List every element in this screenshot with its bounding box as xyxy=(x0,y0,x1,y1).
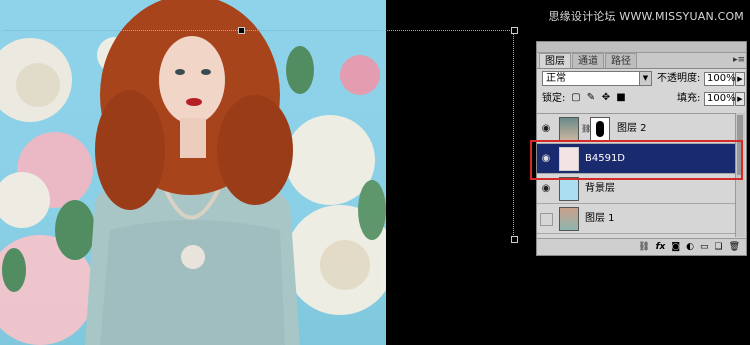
transform-handle-top-right[interactable] xyxy=(511,27,518,34)
lock-all-icon[interactable]: ■ xyxy=(616,92,626,104)
lock-label: 锁定: xyxy=(542,93,566,104)
layer-name: 背景层 xyxy=(585,183,615,194)
eye-icon[interactable]: ◉ xyxy=(539,182,553,196)
eye-icon[interactable]: ◉ xyxy=(539,122,553,136)
tab-layers[interactable]: 图层 xyxy=(539,53,571,68)
panel-title-bar[interactable] xyxy=(537,42,746,53)
visibility-toggle-off[interactable] xyxy=(540,213,553,226)
layer-name: 图层 2 xyxy=(617,123,647,134)
layer-row-layer1[interactable]: 图层 1 xyxy=(537,204,737,234)
layer-thumbnail xyxy=(559,117,579,141)
panel-menu-icon[interactable]: ▸≡ xyxy=(732,53,746,68)
opacity-input[interactable]: 100% xyxy=(704,72,736,86)
link-icon[interactable]: ⛓ xyxy=(638,242,649,252)
watermark: 思缘设计论坛 WWW.MISSYUAN.COM xyxy=(548,10,744,23)
lock-icons: ▢ ✎ ✥ ■ xyxy=(571,92,626,104)
layer-name: 图层 1 xyxy=(585,213,615,224)
opacity-label: 不透明度: xyxy=(657,73,701,84)
lock-row: 锁定: ▢ ✎ ✥ ■ 填充: 100% ▶ xyxy=(537,89,746,109)
lock-transparency-icon[interactable]: ▢ xyxy=(571,92,581,104)
new-layer-icon[interactable]: ❏ xyxy=(714,242,722,252)
group-icon[interactable]: ▭ xyxy=(700,242,709,252)
panel-tabs: 图层 通道 路径 ▸≡ xyxy=(537,53,746,69)
highlight-box xyxy=(530,140,743,180)
adjustment-icon[interactable]: ◐ xyxy=(686,242,694,252)
tab-paths[interactable]: 路径 xyxy=(605,53,637,68)
trash-icon[interactable]: 🗑 xyxy=(729,242,740,252)
lock-image-icon[interactable]: ✎ xyxy=(586,92,596,104)
tab-channels[interactable]: 通道 xyxy=(572,53,604,68)
transform-bounds[interactable] xyxy=(3,30,514,239)
fill-slider-button[interactable]: ▶ xyxy=(735,92,745,106)
fx-icon[interactable]: fx xyxy=(656,242,666,252)
chevron-down-icon[interactable]: ▼ xyxy=(639,72,651,85)
fill-input[interactable]: 100% xyxy=(704,92,736,106)
layer-mask-thumbnail[interactable] xyxy=(590,117,610,141)
lock-position-icon[interactable]: ✥ xyxy=(601,92,611,104)
transform-handle-top[interactable] xyxy=(238,27,245,34)
fill-label: 填充: xyxy=(677,93,701,104)
layer-thumbnail xyxy=(559,177,579,201)
blend-row: 正常 ▼ 不透明度: 100% ▶ xyxy=(537,69,746,89)
blend-mode-select[interactable]: 正常 ▼ xyxy=(542,71,652,86)
panel-bottom-bar: ⛓ fx ◙ ◐ ▭ ❏ 🗑 xyxy=(537,238,746,255)
layer-thumbnail xyxy=(559,207,579,231)
transform-handle-right[interactable] xyxy=(511,236,518,243)
opacity-slider-button[interactable]: ▶ xyxy=(735,72,745,86)
mask-icon[interactable]: ◙ xyxy=(671,242,680,252)
blend-mode-value: 正常 xyxy=(546,73,566,84)
